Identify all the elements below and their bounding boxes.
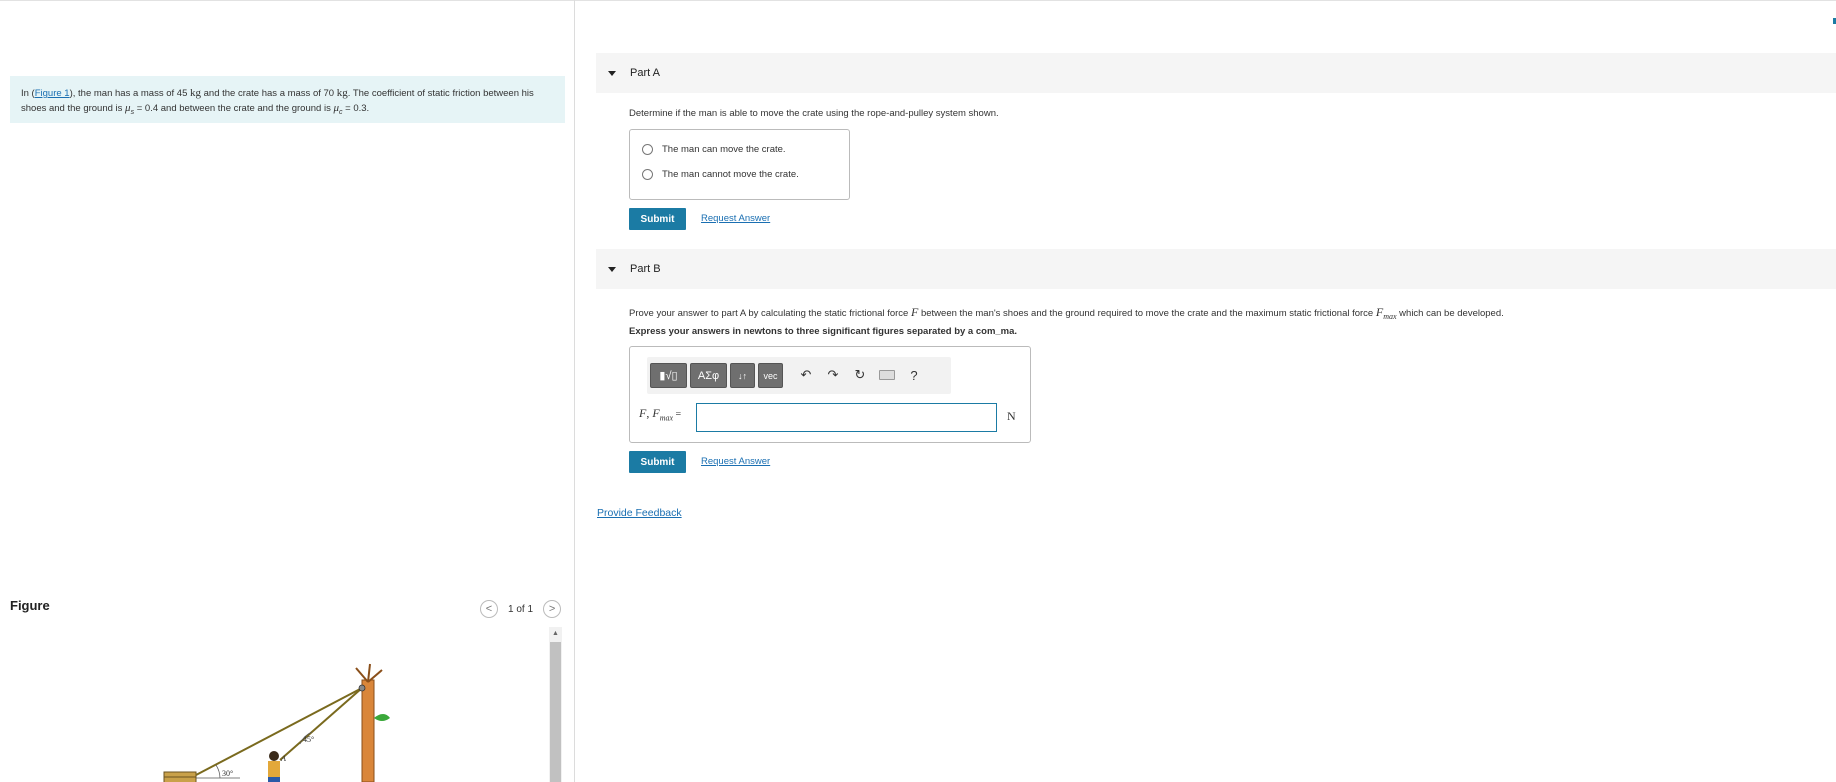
- keyboard-shape: [879, 370, 895, 380]
- part-b-request-answer-link[interactable]: Request Answer: [701, 456, 770, 467]
- choice-can-move[interactable]: The man can move the crate.: [642, 144, 786, 155]
- radio-button[interactable]: [642, 169, 653, 180]
- next-figure-button[interactable]: >: [543, 600, 562, 618]
- caret-down-icon: [608, 266, 616, 272]
- part-a-question: Determine if the man is able to move the…: [629, 108, 999, 119]
- choice-label: The man cannot move the crate.: [662, 169, 799, 180]
- scroll-thumb[interactable]: [550, 642, 561, 782]
- answer-pane: Part A Determine if the man is able to m…: [576, 0, 1836, 782]
- man-body: [268, 761, 280, 777]
- tree-trunk: [361, 679, 375, 782]
- intro-text: ), the man has a mass of 45: [69, 88, 190, 99]
- problem-pane: In (Figure 1), the man has a mass of 45 …: [0, 0, 575, 782]
- choice-label: The man can move the crate.: [662, 144, 786, 155]
- prev-figure-button[interactable]: <: [480, 600, 498, 618]
- arrows-button[interactable]: ↓↑: [730, 363, 755, 388]
- part-a-title: Part A: [630, 67, 660, 79]
- point-label: A: [280, 754, 286, 763]
- label-equals: =: [673, 409, 682, 420]
- problem-statement: In (Figure 1), the man has a mass of 45 …: [10, 76, 565, 123]
- angle-arc: [215, 764, 221, 779]
- intro-text: = 0.3.: [342, 103, 370, 114]
- question-text: Prove your answer to part A by calculati…: [629, 308, 911, 319]
- math-toolbar: ▮√▯ ΑΣφ ↓↑ vec ↶ ↷ ↻ ?: [647, 357, 951, 394]
- part-a-choices: The man can move the crate. The man cann…: [629, 129, 850, 200]
- intro-text: = 0.4 and between the crate and the grou…: [134, 103, 334, 114]
- answer-label: F, Fmax =: [639, 406, 681, 422]
- figure-link[interactable]: Figure 1: [35, 88, 70, 99]
- part-b-submit-button[interactable]: Submit: [629, 451, 686, 473]
- intro-text: and the crate has a mass of 70: [201, 88, 337, 99]
- part-a-header[interactable]: Part A: [596, 53, 1836, 93]
- figure-pager: < 1 of 1 >: [480, 600, 562, 618]
- reset-icon[interactable]: ↻: [851, 366, 869, 384]
- part-a-request-answer-link[interactable]: Request Answer: [701, 213, 770, 224]
- templates-button[interactable]: ▮√▯: [650, 363, 687, 388]
- var-fmax-subscript: max: [1383, 311, 1397, 321]
- vec-button[interactable]: vec: [758, 363, 783, 388]
- scroll-up-arrow-icon[interactable]: ▲: [549, 627, 562, 640]
- question-text: which can be developed.: [1396, 308, 1504, 319]
- caret-down-icon: [608, 70, 616, 76]
- intro-text: In (: [21, 88, 35, 99]
- figure-count: 1 of 1: [508, 603, 534, 615]
- figure-heading: Figure: [10, 598, 50, 613]
- leaf-icon: [374, 714, 390, 721]
- man-legs: [268, 777, 280, 782]
- part-a-submit-button[interactable]: Submit: [629, 208, 686, 230]
- redo-icon[interactable]: ↷: [824, 366, 842, 384]
- keyboard-icon[interactable]: [878, 366, 896, 384]
- provide-feedback-link[interactable]: Provide Feedback: [597, 507, 682, 519]
- angle-label-crate: 30°: [222, 769, 233, 778]
- greek-symbols-button[interactable]: ΑΣφ: [690, 363, 727, 388]
- angle-label-rope: 45°: [303, 735, 314, 744]
- part-b-instruction: Express your answers in newtons to three…: [629, 326, 1018, 337]
- figure-scrollbar[interactable]: ▲: [549, 627, 562, 782]
- part-b-header[interactable]: Part B: [596, 249, 1836, 289]
- answer-unit: N: [1007, 409, 1016, 423]
- label-fmax-subscript: max: [659, 413, 674, 423]
- undo-icon[interactable]: ↶: [797, 366, 815, 384]
- label-fmax: F: [652, 406, 660, 420]
- question-text: between the man's shoes and the ground r…: [918, 308, 1376, 319]
- part-b-question: Prove your answer to part A by calculati…: [629, 305, 1504, 321]
- part-b-title: Part B: [630, 263, 661, 275]
- radio-button[interactable]: [642, 144, 653, 155]
- unit-kg: kg: [336, 87, 348, 99]
- figure-image: 30° 45° A: [163, 663, 390, 782]
- help-icon[interactable]: ?: [905, 366, 923, 384]
- man-head: [269, 751, 279, 761]
- answer-input[interactable]: [696, 403, 997, 432]
- pulley: [358, 684, 366, 692]
- unit-kg: kg: [190, 87, 201, 99]
- choice-cannot-move[interactable]: The man cannot move the crate.: [642, 169, 799, 180]
